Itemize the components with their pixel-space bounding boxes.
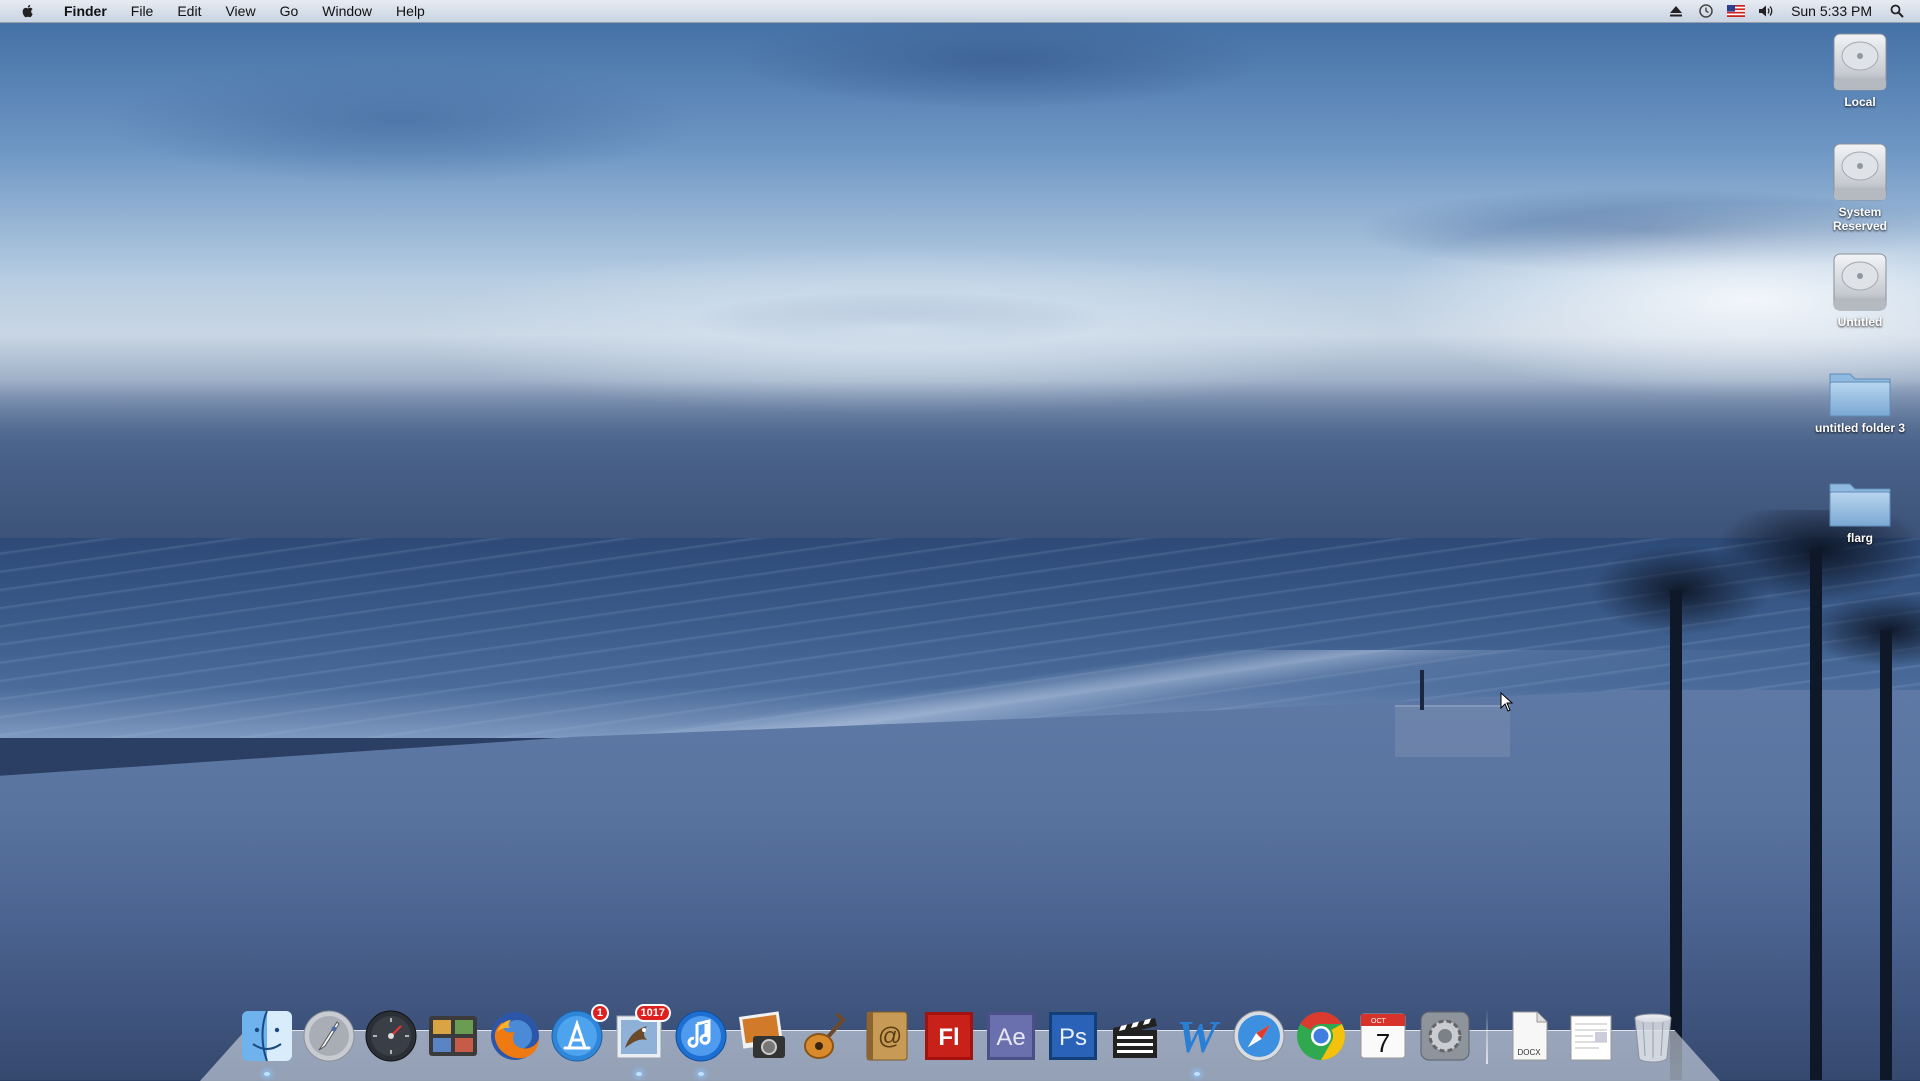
desktop-icon-flarg[interactable]: flarg [1800,476,1920,545]
wallpaper-fence [1395,705,1510,757]
photo-browser-icon [429,1016,477,1056]
dock-itunes[interactable] [673,1008,729,1076]
finder-icon [242,1010,292,1062]
menu-help[interactable]: Help [384,0,437,22]
dock-garageband[interactable] [797,1008,853,1064]
eject-icon[interactable] [1667,2,1685,20]
ical-icon: OCT 7 [1360,1013,1406,1059]
hard-drive-icon [1832,250,1888,312]
ical-month: OCT [1371,1018,1387,1025]
running-indicator [636,1072,642,1076]
running-indicator [264,1072,270,1076]
launchpad-icon [303,1010,355,1062]
dock-chrome[interactable] [1293,1008,1349,1064]
dock-after-effects[interactable]: Ae [983,1008,1039,1064]
menu-file[interactable]: File [119,0,166,22]
word-letter: W [1177,1011,1221,1062]
spotlight-icon[interactable] [1888,2,1906,20]
dock-app-store[interactable]: 1 [549,1004,609,1064]
svg-text:@: @ [878,1023,902,1050]
firefox-icon [491,1012,539,1060]
dock-flash[interactable]: Fl [921,1008,977,1064]
dock-safari[interactable] [1231,1008,1287,1064]
dock-address-book[interactable]: @ [859,1008,915,1064]
dock-photoshop[interactable]: Ps [1045,1008,1101,1064]
desktop-icon-label: flarg [1846,531,1873,545]
iphoto-icon [738,1011,785,1058]
flash-letters: Fl [938,1024,959,1051]
dock-finder[interactable] [239,1008,295,1076]
dock-launchpad[interactable] [301,1008,357,1064]
dock-word[interactable]: W [1169,1008,1225,1076]
itunes-icon [675,1010,727,1062]
trash-icon [1634,1013,1672,1063]
us-flag-input-icon[interactable] [1727,2,1746,20]
docx-label: DOCX [1517,1048,1541,1057]
dock-trash[interactable] [1625,1008,1681,1064]
desktop-icon-label: Local [1844,95,1876,109]
safari-icon [1233,1010,1285,1062]
desktop-icon-local[interactable]: Local [1800,30,1920,109]
apple-menu-icon[interactable] [20,3,36,19]
desktop-icon-label: Untitled [1837,315,1883,329]
folder-icon [1828,476,1892,528]
photoshop-letters: Ps [1059,1024,1087,1051]
notification-badge: 1 [590,1004,609,1022]
document-stack-icon [1570,1015,1612,1061]
desktop-icon-label: System Reserved [1832,205,1888,233]
menu-finder[interactable]: Finder [52,0,119,22]
folder-icon [1828,366,1892,418]
dock-iphoto[interactable] [735,1008,791,1064]
chrome-icon [1297,1012,1346,1060]
dashboard-icon [365,1010,417,1062]
dock-separator [1486,1008,1488,1064]
hard-drive-icon [1832,30,1888,92]
final-cut-icon [1113,1018,1157,1058]
notification-badge: 1017 [634,1004,671,1022]
garageband-icon [804,1012,846,1059]
dock: 1 1017 @ Fl Ae Ps W OCT 7 DOCX [236,1000,1684,1076]
menubar-clock[interactable]: Sun 5:33 PM [1781,0,1882,22]
dock-ical[interactable]: OCT 7 [1355,1008,1411,1064]
menubar-status-area: Sun 5:33 PM [1661,0,1920,22]
after-effects-letters: Ae [996,1024,1025,1051]
dock-document-stack[interactable] [1563,1008,1619,1064]
desktop-icon-label: untitled folder 3 [1815,421,1905,435]
menu-go[interactable]: Go [268,0,311,22]
system-preferences-icon [1420,1011,1470,1061]
wallpaper-pole [1420,670,1424,710]
hard-drive-icon [1832,140,1888,202]
running-indicator [698,1072,704,1076]
ical-day: 7 [1376,1028,1390,1058]
desktop-icon-system-reserved[interactable]: System Reserved [1800,140,1920,233]
time-machine-icon[interactable] [1697,2,1715,20]
volume-icon[interactable] [1757,2,1775,20]
dock-dashboard[interactable] [363,1008,419,1064]
dock-firefox[interactable] [487,1008,543,1064]
desktop-icon-untitled-folder-3[interactable]: untitled folder 3 [1800,366,1920,435]
running-indicator [1194,1072,1200,1076]
flash-icon: Fl [925,1012,973,1060]
photoshop-icon: Ps [1049,1012,1097,1060]
dock-system-preferences[interactable] [1417,1008,1473,1064]
mouse-pointer-icon [1500,692,1514,712]
after-effects-icon: Ae [987,1012,1035,1060]
menu-bar: Finder File Edit View Go Window Help Sun… [0,0,1920,23]
menu-view[interactable]: View [213,0,267,22]
menu-edit[interactable]: Edit [165,0,213,22]
word-icon: W [1177,1011,1221,1062]
address-book-icon: @ [866,1011,908,1061]
dock-photo-browser[interactable] [425,1008,481,1064]
desktop-icon-untitled[interactable]: Untitled [1800,250,1920,329]
desktop-wallpaper [0,0,1920,1080]
dock-final-cut[interactable] [1107,1008,1163,1064]
menu-window[interactable]: Window [310,0,384,22]
dock-mail[interactable]: 1017 [611,1004,671,1076]
wallpaper-palm-trees [1560,510,1920,1080]
dock-docx-document[interactable]: DOCX [1501,1008,1557,1064]
